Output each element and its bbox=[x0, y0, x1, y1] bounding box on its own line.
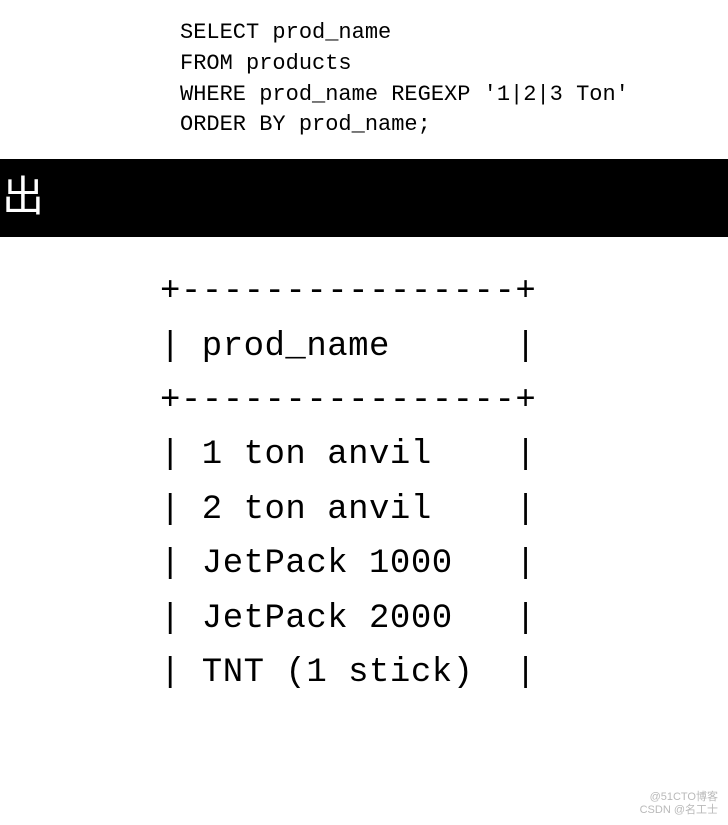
section-divider-bar: 出 bbox=[0, 159, 728, 237]
sql-query-block: SELECT prod_name FROM products WHERE pro… bbox=[0, 0, 728, 159]
watermark: @51CTO博客 CSDN @名工士 bbox=[640, 791, 718, 817]
sql-line-4: ORDER BY prod_name; bbox=[180, 112, 431, 137]
sql-line-3: WHERE prod_name REGEXP '1|2|3 Ton' bbox=[180, 82, 629, 107]
bar-label: 出 bbox=[2, 177, 44, 219]
result-border-mid: +----------------+ bbox=[160, 382, 536, 420]
result-border-top: +----------------+ bbox=[160, 273, 536, 311]
result-row-1: | 1 ton anvil | bbox=[160, 436, 536, 474]
result-row-5: | TNT (1 stick) | bbox=[160, 654, 536, 692]
sql-line-1: SELECT prod_name bbox=[180, 20, 391, 45]
result-row-2: | 2 ton anvil | bbox=[160, 491, 536, 529]
result-header: | prod_name | bbox=[160, 328, 536, 366]
watermark-line-1: @51CTO博客 bbox=[640, 791, 718, 804]
query-result-block: +----------------+ | prod_name | +------… bbox=[0, 237, 728, 700]
watermark-line-2: CSDN @名工士 bbox=[640, 804, 718, 817]
result-row-4: | JetPack 2000 | bbox=[160, 600, 536, 638]
result-row-3: | JetPack 1000 | bbox=[160, 545, 536, 583]
sql-line-2: FROM products bbox=[180, 51, 352, 76]
